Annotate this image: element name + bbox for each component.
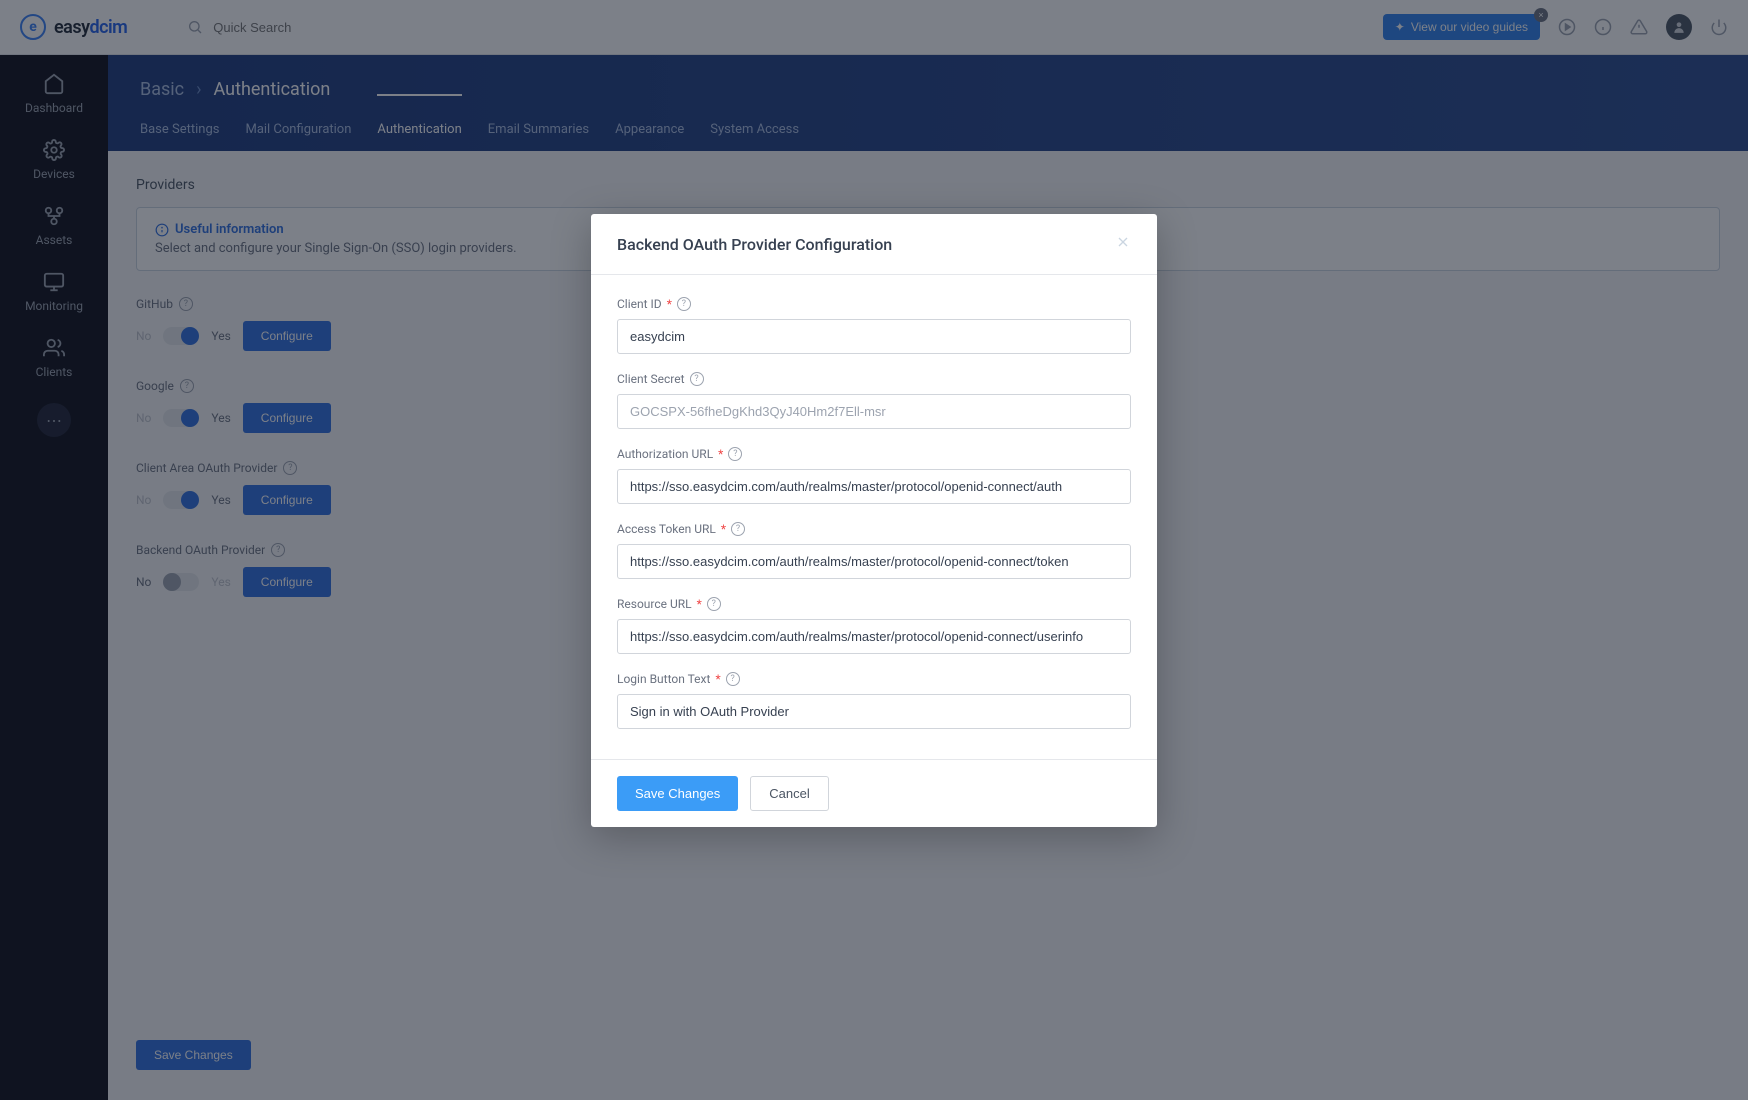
modal-footer: Save Changes Cancel — [591, 759, 1157, 827]
help-icon[interactable]: ? — [677, 297, 691, 311]
login-text-input[interactable] — [617, 694, 1131, 729]
client-secret-input[interactable] — [617, 394, 1131, 429]
required-icon: * — [667, 297, 672, 311]
field-login-text: Login Button Text *? — [617, 672, 1131, 729]
field-label: Client Secret — [617, 372, 685, 386]
token-url-input[interactable] — [617, 544, 1131, 579]
field-token-url: Access Token URL *? — [617, 522, 1131, 579]
modal-title: Backend OAuth Provider Configuration — [617, 235, 892, 254]
help-icon[interactable]: ? — [690, 372, 704, 386]
field-label: Client ID — [617, 297, 662, 311]
oauth-config-modal: Backend OAuth Provider Configuration Cli… — [591, 214, 1157, 827]
field-auth-url: Authorization URL *? — [617, 447, 1131, 504]
required-icon: * — [718, 447, 723, 461]
auth-url-input[interactable] — [617, 469, 1131, 504]
modal-header: Backend OAuth Provider Configuration — [591, 214, 1157, 275]
resource-url-input[interactable] — [617, 619, 1131, 654]
modal-close-button[interactable] — [1115, 234, 1131, 254]
help-icon[interactable]: ? — [707, 597, 721, 611]
required-icon: * — [697, 597, 702, 611]
field-label: Authorization URL — [617, 447, 713, 461]
client-id-input[interactable] — [617, 319, 1131, 354]
field-resource-url: Resource URL *? — [617, 597, 1131, 654]
close-icon — [1115, 234, 1131, 250]
field-client-id: Client ID *? — [617, 297, 1131, 354]
modal-cancel-button[interactable]: Cancel — [750, 776, 828, 811]
help-icon[interactable]: ? — [728, 447, 742, 461]
modal-save-button[interactable]: Save Changes — [617, 776, 738, 811]
field-label: Access Token URL — [617, 522, 716, 536]
help-icon[interactable]: ? — [726, 672, 740, 686]
help-icon[interactable]: ? — [731, 522, 745, 536]
required-icon: * — [721, 522, 726, 536]
required-icon: * — [715, 672, 720, 686]
field-label: Login Button Text — [617, 672, 710, 686]
modal-body: Client ID *? Client Secret? Authorization… — [591, 275, 1157, 759]
field-client-secret: Client Secret? — [617, 372, 1131, 429]
field-label: Resource URL — [617, 597, 692, 611]
